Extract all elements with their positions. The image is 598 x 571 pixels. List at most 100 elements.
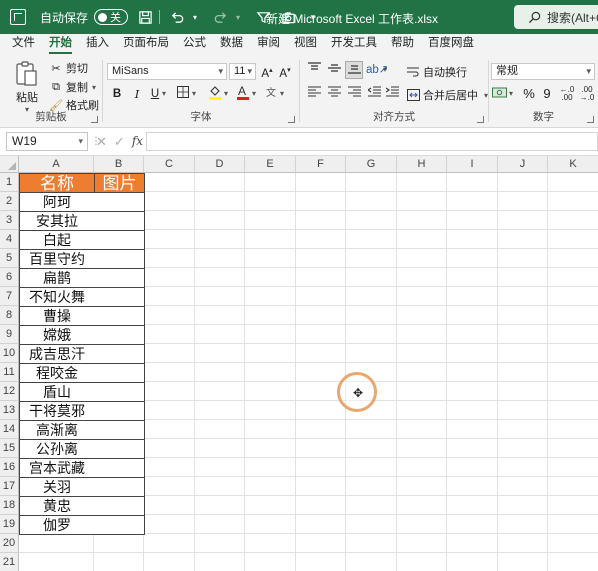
tab-home[interactable]: 开始: [42, 34, 79, 54]
percent-icon[interactable]: %: [521, 86, 537, 102]
font-color-dropdown-icon[interactable]: ▾: [249, 86, 259, 102]
undo-icon[interactable]: [169, 9, 185, 25]
cut-button[interactable]: ✂ 剪切: [49, 60, 88, 76]
tab-developer[interactable]: 开发工具: [324, 34, 384, 54]
image-cell[interactable]: [94, 402, 145, 421]
row-header-2[interactable]: 2: [0, 192, 19, 211]
top-align-icon[interactable]: [306, 62, 322, 78]
name-cell[interactable]: 盾山: [19, 383, 95, 402]
fill-color-dropdown-icon[interactable]: ▾: [221, 86, 231, 102]
row-header-18[interactable]: 18: [0, 496, 19, 515]
font-dialog-launcher[interactable]: [288, 116, 295, 123]
name-box[interactable]: W19 ▾: [6, 132, 88, 151]
tab-data[interactable]: 数据: [213, 34, 250, 54]
align-right-icon[interactable]: [346, 86, 362, 102]
row-header-13[interactable]: 13: [0, 401, 19, 420]
confirm-icon[interactable]: ✓: [114, 134, 125, 150]
image-cell[interactable]: [94, 478, 145, 497]
image-cell[interactable]: [94, 440, 145, 459]
clipboard-dialog-launcher[interactable]: [91, 116, 98, 123]
image-cell[interactable]: [94, 193, 145, 212]
image-cell[interactable]: [94, 364, 145, 383]
tab-insert[interactable]: 插入: [79, 34, 116, 54]
redo-icon[interactable]: [212, 9, 228, 25]
name-cell[interactable]: 安其拉: [19, 212, 95, 231]
insert-function-icon[interactable]: fx: [132, 134, 143, 150]
column-header-f[interactable]: F: [296, 156, 346, 173]
row-header-3[interactable]: 3: [0, 211, 19, 230]
name-cell[interactable]: 白起: [19, 231, 95, 250]
row-header-15[interactable]: 15: [0, 439, 19, 458]
image-cell[interactable]: [94, 459, 145, 478]
image-cell[interactable]: [94, 326, 145, 345]
name-cell[interactable]: 宫本武藏: [19, 459, 95, 478]
name-cell[interactable]: 扁鹊: [19, 269, 95, 288]
name-cell[interactable]: 关羽: [19, 478, 95, 497]
select-all-button[interactable]: [0, 156, 19, 173]
currency-dropdown-icon[interactable]: ▾: [506, 86, 516, 102]
increase-indent-icon[interactable]: [384, 86, 400, 102]
image-cell[interactable]: [94, 288, 145, 307]
tab-review[interactable]: 审阅: [250, 34, 287, 54]
paste-button[interactable]: 粘贴 ▾: [14, 60, 40, 114]
tab-help[interactable]: 帮助: [384, 34, 421, 54]
name-cell[interactable]: 阿珂: [19, 193, 95, 212]
name-cell[interactable]: 伽罗: [19, 516, 95, 535]
column-header-j[interactable]: J: [498, 156, 548, 173]
column-header-e[interactable]: E: [245, 156, 296, 173]
undo-dropdown-icon[interactable]: ▾: [187, 9, 203, 25]
row-header-16[interactable]: 16: [0, 458, 19, 477]
image-cell[interactable]: [94, 421, 145, 440]
column-header-g[interactable]: G: [346, 156, 397, 173]
merge-center-button[interactable]: 合并后居中 ▾: [406, 87, 488, 103]
middle-align-icon[interactable]: [326, 62, 342, 78]
font-size-combo[interactable]: 11 ▾: [229, 63, 256, 80]
column-header-b[interactable]: B: [94, 156, 144, 173]
row-header-4[interactable]: 4: [0, 230, 19, 249]
save-icon[interactable]: [137, 9, 153, 25]
tab-file[interactable]: 文件: [5, 34, 42, 54]
row-header-10[interactable]: 10: [0, 344, 19, 363]
row-header-21[interactable]: 21: [0, 553, 19, 571]
image-cell[interactable]: [94, 383, 145, 402]
tab-view[interactable]: 视图: [287, 34, 324, 54]
bold-icon[interactable]: B: [109, 86, 125, 102]
row-header-12[interactable]: 12: [0, 382, 19, 401]
image-cell[interactable]: [94, 250, 145, 269]
row-header-11[interactable]: 11: [0, 363, 19, 382]
font-name-combo[interactable]: MiSans ▾: [107, 63, 227, 80]
image-cell[interactable]: [94, 516, 145, 535]
column-header-c[interactable]: C: [144, 156, 195, 173]
name-cell[interactable]: 黄忠: [19, 497, 95, 516]
name-cell[interactable]: 高渐离: [19, 421, 95, 440]
redo-dropdown-icon[interactable]: ▾: [230, 9, 246, 25]
formula-input[interactable]: [146, 132, 598, 151]
row-header-7[interactable]: 7: [0, 287, 19, 306]
spreadsheet-grid[interactable]: A B C D E F G H I J K 1 2 3 4 5 6 7 8 9 10 11 12 13 14 15 16 17 18 19…: [0, 156, 598, 571]
orientation-dropdown-icon[interactable]: ▾: [380, 62, 390, 78]
bottom-align-icon[interactable]: [345, 61, 363, 79]
cancel-icon[interactable]: ✕: [96, 134, 107, 150]
number-format-combo[interactable]: 常规 ▾: [491, 63, 595, 80]
image-cell[interactable]: [94, 269, 145, 288]
tab-formulas[interactable]: 公式: [176, 34, 213, 54]
column-header-h[interactable]: H: [397, 156, 447, 173]
alignment-dialog-launcher[interactable]: [477, 116, 484, 123]
autosave-toggle[interactable]: 关: [94, 9, 129, 25]
comma-style-icon[interactable]: 9: [539, 86, 555, 102]
row-header-20[interactable]: 20: [0, 534, 19, 553]
name-cell[interactable]: 成吉思汗: [19, 345, 95, 364]
column-header-d[interactable]: D: [195, 156, 245, 173]
image-cell[interactable]: [94, 497, 145, 516]
name-cell[interactable]: 程咬金: [19, 364, 95, 383]
row-header-14[interactable]: 14: [0, 420, 19, 439]
increase-font-size-icon[interactable]: A▴: [259, 63, 275, 80]
cell-a1-header[interactable]: 名称: [19, 173, 95, 193]
align-left-icon[interactable]: [306, 86, 322, 102]
row-header-6[interactable]: 6: [0, 268, 19, 287]
row-header-19[interactable]: 19: [0, 515, 19, 534]
italic-icon[interactable]: I: [129, 86, 145, 102]
row-header-8[interactable]: 8: [0, 306, 19, 325]
name-cell[interactable]: 不知火舞: [19, 288, 95, 307]
name-cell[interactable]: 曹操: [19, 307, 95, 326]
